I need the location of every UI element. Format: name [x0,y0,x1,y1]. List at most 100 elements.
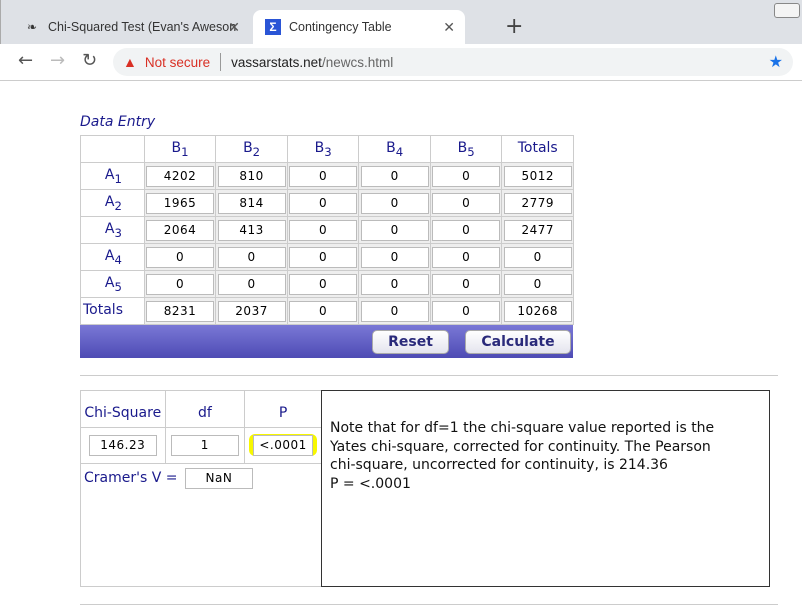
forward-icon[interactable]: → [50,50,65,71]
column-header: B4 [358,135,431,163]
row-header: A5 [80,270,145,298]
close-tab-icon[interactable]: ✕ [443,19,455,36]
cell-input[interactable]: 4202 [146,165,215,187]
data-entry-title: Data Entry [80,114,156,130]
back-icon[interactable]: ← [18,50,33,71]
cell-input[interactable]: 0 [432,273,501,295]
warning-icon: ▲ [123,54,137,70]
bookmark-star-icon[interactable]: ★ [769,52,783,72]
cell-input[interactable]: 2477 [503,219,572,241]
column-header-subscript: 2 [252,144,261,159]
cell-input[interactable]: 0 [360,192,429,214]
cell: 0 [358,270,431,298]
cell-input[interactable]: 0 [360,219,429,241]
tab-chi-squared-test[interactable]: ❧ Chi-Squared Test (Evan's Aweson ✕ [18,10,250,44]
cell-input[interactable]: 0 [289,300,358,322]
cell-input[interactable]: 0 [432,219,501,241]
tab-contingency-table[interactable]: Σ Contingency Table ✕ [253,10,465,44]
column-header: B1 [143,135,217,163]
cell-input[interactable]: 0 [217,273,286,295]
cell: 10268 [501,297,574,325]
row-header: Totals [80,297,145,325]
row-header-subscript: 4 [114,252,122,267]
cell: 0 [429,297,503,325]
cell: 0 [286,162,360,190]
results-table: Chi-Square df P 146.23 1 <.0001 Cramer's… [80,390,322,587]
cell-input[interactable]: 0 [432,192,501,214]
row-header: A3 [80,216,145,244]
cell: 0 [358,297,431,325]
column-header-label: B [457,139,468,156]
cell-input[interactable]: 0 [432,300,501,322]
table-row: A2 1965 814 0 0 0 2779 [80,189,574,217]
row-header-subscript: 1 [114,171,122,186]
column-header-subscript: 4 [395,144,404,159]
url-path: /newcs.html [321,54,394,70]
column-header: B5 [429,135,503,163]
column-header-subscript: 1 [181,144,189,159]
cell-input[interactable]: 810 [217,165,286,187]
row-header-subscript: 2 [114,198,122,213]
cell: 814 [215,189,288,217]
paw-icon: ❧ [26,20,38,34]
cell-input[interactable]: 0 [289,273,358,295]
cell: 4202 [143,162,217,190]
reload-icon[interactable]: ↻ [82,50,97,71]
cell: 413 [215,216,288,244]
row-header-subscript: 5 [114,279,122,294]
chi-square-value[interactable]: 146.23 [88,435,157,456]
cell-input[interactable]: 0 [217,246,286,268]
cell-input[interactable]: 0 [503,246,572,268]
address-bar[interactable]: ▲ Not secure vassarstats.net/newcs.html … [113,48,793,76]
calculate-button[interactable]: Calculate [465,330,571,354]
cell-input[interactable]: 1965 [146,192,215,214]
results-note-textarea[interactable]: Note that for df=1 the chi-square value … [321,390,770,587]
cell: 0 [429,270,503,298]
cell-input[interactable]: 0 [289,219,358,241]
cell-input[interactable]: 0 [360,165,429,187]
reset-button[interactable]: Reset [372,330,449,354]
cell-input[interactable]: 2037 [217,300,286,322]
row-header-label: Totals [83,301,123,318]
tab-title: Contingency Table [289,20,392,34]
row-header: A2 [80,189,145,217]
close-tab-icon[interactable]: ✕ [228,19,240,36]
highlight: <.0001 [249,434,318,456]
p-value[interactable]: <.0001 [253,435,314,456]
column-header-label: B [171,139,182,156]
cell-input[interactable]: 0 [432,165,501,187]
divider [220,53,222,71]
cell: 0 [143,270,217,298]
table-row: A4 0 0 0 0 0 0 [80,243,574,271]
p-header: P [244,390,322,428]
cell-input[interactable]: 0 [360,246,429,268]
cell-input[interactable]: 413 [217,219,286,241]
cell-input[interactable]: 8231 [146,300,215,322]
contingency-table: B1 B2 B3 B4 B5 Totals A1 4202 810 0 0 0 5012 A2 1965 81… [80,135,574,325]
cell-input[interactable]: 814 [217,192,286,214]
df-value[interactable]: 1 [170,435,239,456]
cell-input[interactable]: 10268 [503,300,572,322]
cell-input[interactable]: 0 [360,300,429,322]
cell-input[interactable]: 0 [432,246,501,268]
cell-input[interactable]: 0 [503,273,572,295]
new-tab-icon[interactable]: + [505,14,523,39]
cell-input[interactable]: 0 [289,246,358,268]
cell-input[interactable]: 0 [146,273,215,295]
cell-input[interactable]: 5012 [503,165,572,187]
security-label[interactable]: Not secure [145,55,210,70]
cell-input[interactable]: 0 [146,246,215,268]
cell-input[interactable]: 0 [360,273,429,295]
cell-input[interactable]: 0 [289,192,358,214]
cell-input[interactable]: 0 [289,165,358,187]
cell: 2477 [501,216,574,244]
table-row: A5 0 0 0 0 0 0 [80,270,574,298]
cell: 0 [358,216,431,244]
cell: 0 [286,243,360,271]
cramers-v-value[interactable]: NaN [184,468,253,489]
cell-input[interactable]: 2779 [503,192,572,214]
cell: 0 [286,297,360,325]
cell-input[interactable]: 2064 [146,219,215,241]
row-header: A1 [80,162,145,190]
window-restore-button[interactable] [774,3,800,18]
